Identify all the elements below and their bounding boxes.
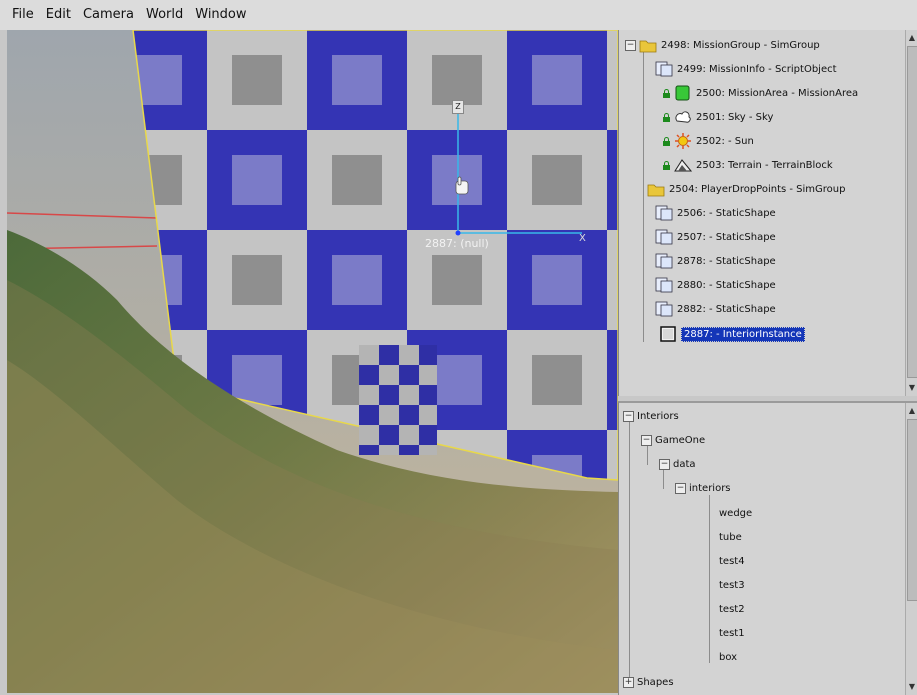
tree-item-playerdroppoints[interactable]: 2504: PlayerDropPoints - SimGroup — [647, 178, 846, 200]
tree-file-box[interactable]: box — [719, 646, 737, 668]
file-tree-panel: − Interiors − GameOne − data − interiors… — [618, 401, 917, 695]
scroll-thumb[interactable] — [907, 46, 917, 378]
collapse-icon[interactable]: − — [641, 434, 652, 446]
tree-folder-interiors-sub[interactable]: − interiors — [675, 477, 731, 499]
script-object-icon — [655, 61, 673, 77]
tree-item-staticshape-2880[interactable]: 2880: - StaticShape — [655, 274, 776, 296]
tree-item-label: 2503: Terrain - TerrainBlock — [696, 159, 833, 171]
axis-x-handle[interactable]: X — [579, 233, 586, 244]
menu-window[interactable]: Window — [189, 0, 252, 30]
tree-folder-shapes[interactable]: + Shapes — [623, 671, 674, 693]
mission-tree-scrollbar[interactable]: ▲ ▼ — [905, 30, 917, 396]
tree-item-label: 2878: - StaticShape — [677, 255, 776, 267]
tree-item-sun[interactable]: 2502: - Sun — [663, 130, 754, 152]
tree-item-label: 2507: - StaticShape — [677, 231, 776, 243]
tree-item-label: data — [673, 458, 696, 470]
collapse-icon[interactable]: − — [659, 458, 670, 470]
lock-icon[interactable] — [663, 112, 670, 122]
object-icon — [655, 301, 673, 317]
menu-camera[interactable]: Camera — [77, 0, 140, 30]
tree-item-missiongroup[interactable]: − 2498: MissionGroup - SimGroup — [625, 34, 820, 56]
folder-icon — [647, 181, 665, 197]
tree-item-missioninfo[interactable]: 2499: MissionInfo - ScriptObject — [655, 58, 837, 80]
menu-edit[interactable]: Edit — [40, 0, 77, 30]
tree-item-interiorinstance[interactable]: 2887: - InteriorInstance — [659, 323, 805, 345]
tree-item-label: 2501: Sky - Sky — [696, 111, 774, 123]
collapse-icon[interactable]: − — [625, 39, 636, 51]
tree-item-label: test1 — [719, 627, 745, 639]
tree-item-label: 2502: - Sun — [696, 135, 754, 147]
lock-icon[interactable] — [663, 136, 670, 146]
tree-item-label: Interiors — [637, 410, 679, 422]
lock-icon[interactable] — [663, 88, 670, 98]
expand-icon[interactable]: + — [623, 676, 634, 688]
tree-item-terrain[interactable]: 2503: Terrain - TerrainBlock — [663, 154, 833, 176]
tree-item-label: 2504: PlayerDropPoints - SimGroup — [669, 183, 846, 195]
tree-file-test3[interactable]: test3 — [719, 574, 745, 596]
tree-item-label: 2880: - StaticShape — [677, 279, 776, 291]
scroll-down-icon[interactable]: ▼ — [906, 681, 917, 693]
file-tree-scrollbar[interactable]: ▲ ▼ — [905, 403, 917, 695]
scroll-up-icon[interactable]: ▲ — [906, 32, 917, 44]
tree-item-label: test2 — [719, 603, 745, 615]
tree-item-label: 2506: - StaticShape — [677, 207, 776, 219]
tree-item-label: Shapes — [637, 676, 674, 688]
tree-item-staticshape-2878[interactable]: 2878: - StaticShape — [655, 250, 776, 272]
tree-item-label: 2498: MissionGroup - SimGroup — [661, 39, 820, 51]
tree-item-label: GameOne — [655, 434, 706, 446]
selection-label: 2887: (null) — [425, 237, 489, 250]
tree-item-label-selected: 2887: - InteriorInstance — [681, 326, 805, 342]
scroll-down-icon[interactable]: ▼ — [906, 382, 917, 394]
interior-icon — [659, 326, 677, 342]
object-icon — [655, 253, 673, 269]
tree-item-label: 2500: MissionArea - MissionArea — [696, 87, 859, 99]
tree-folder-interiors[interactable]: − Interiors — [623, 405, 679, 427]
tree-item-staticshape-2882[interactable]: 2882: - StaticShape — [655, 298, 776, 320]
object-icon — [655, 229, 673, 245]
tree-item-staticshape-2507[interactable]: 2507: - StaticShape — [655, 226, 776, 248]
menu-file[interactable]: File — [0, 0, 40, 30]
tree-file-test4[interactable]: test4 — [719, 550, 745, 572]
collapse-icon[interactable]: − — [623, 410, 634, 422]
menu-world[interactable]: World — [140, 0, 189, 30]
tree-file-test2[interactable]: test2 — [719, 598, 745, 620]
object-icon — [655, 205, 673, 221]
axis-z-handle[interactable]: Z — [452, 100, 464, 114]
mission-area-icon — [674, 85, 692, 101]
viewport-scene — [7, 30, 618, 693]
tree-item-staticshape-2506[interactable]: 2506: - StaticShape — [655, 202, 776, 224]
tree-folder-data[interactable]: − data — [659, 453, 696, 475]
tree-item-sky[interactable]: 2501: Sky - Sky — [663, 106, 773, 128]
mission-tree-panel: − 2498: MissionGroup - SimGroup 2499: Mi… — [618, 30, 917, 396]
object-icon — [655, 277, 673, 293]
tree-item-label: tube — [719, 531, 742, 543]
tree-item-label: test3 — [719, 579, 745, 591]
tree-item-label: test4 — [719, 555, 745, 567]
folder-icon — [639, 37, 657, 53]
tree-item-label: interiors — [689, 482, 731, 494]
lock-icon[interactable] — [663, 160, 670, 170]
terrain-icon — [674, 157, 693, 173]
scroll-thumb[interactable] — [907, 419, 917, 601]
tree-item-label: wedge — [719, 507, 753, 519]
world-viewport[interactable]: Z X 2887: (null) — [7, 30, 618, 693]
sun-icon — [674, 133, 692, 149]
collapse-icon[interactable]: − — [675, 482, 686, 494]
tree-item-label: 2499: MissionInfo - ScriptObject — [677, 63, 837, 75]
tree-item-missionarea[interactable]: 2500: MissionArea - MissionArea — [663, 82, 858, 104]
sky-icon — [674, 109, 692, 125]
tree-item-label: box — [719, 651, 738, 663]
tree-file-tube[interactable]: tube — [719, 526, 742, 548]
tree-item-label: 2882: - StaticShape — [677, 303, 776, 315]
menu-bar: File Edit Camera World Window — [0, 0, 917, 30]
tree-file-wedge[interactable]: wedge — [719, 502, 752, 524]
tree-folder-gameone[interactable]: − GameOne — [641, 429, 705, 451]
tree-file-test1[interactable]: test1 — [719, 622, 745, 644]
scroll-up-icon[interactable]: ▲ — [906, 405, 917, 417]
